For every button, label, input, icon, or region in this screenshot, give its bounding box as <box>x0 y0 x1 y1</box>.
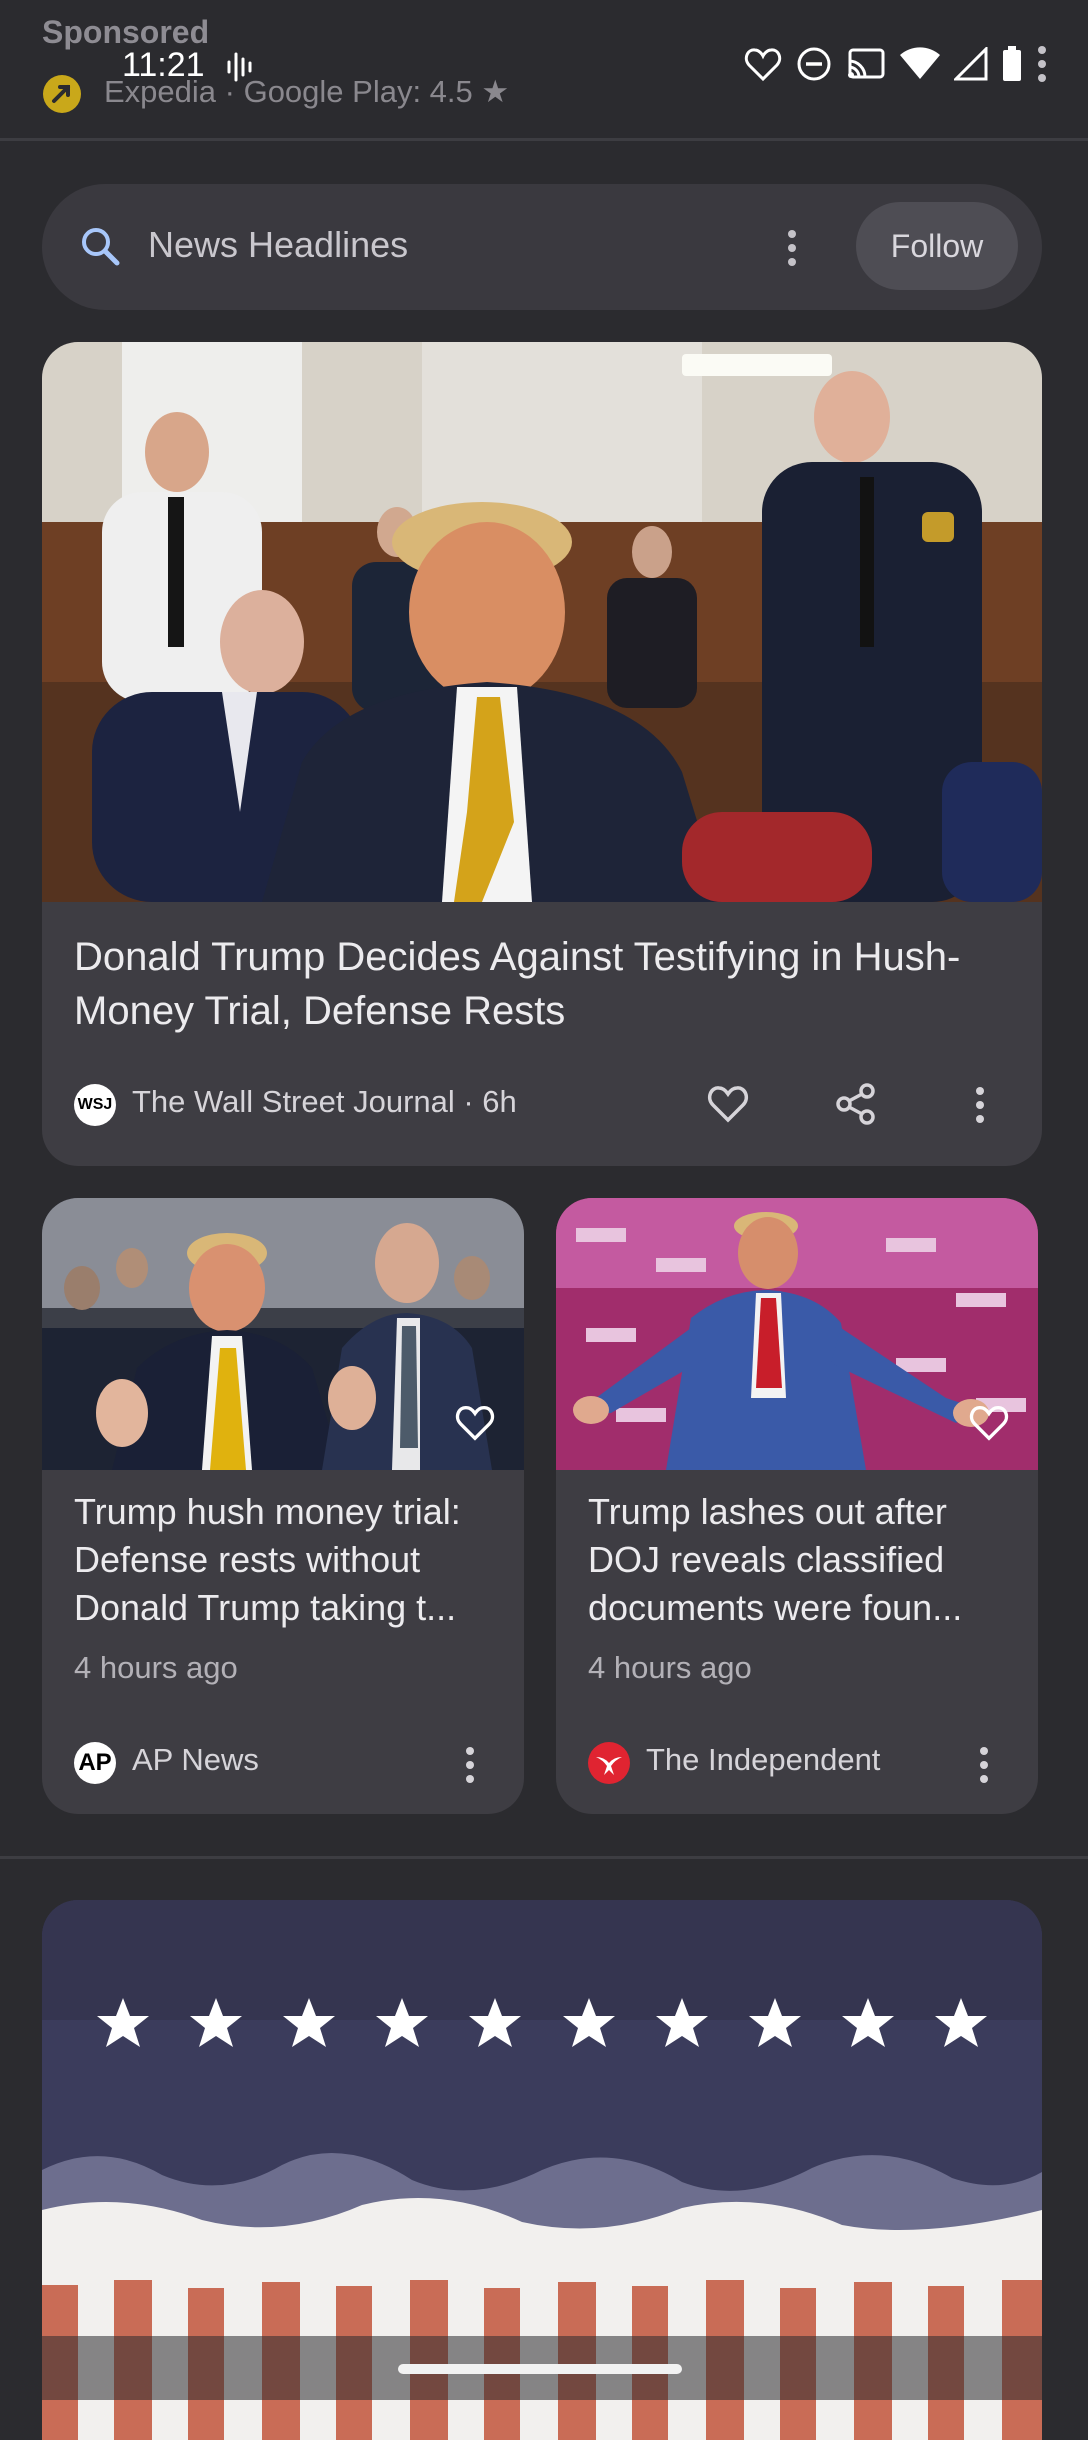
more-options-icon[interactable] <box>462 1746 478 1784</box>
overflow-dots-icon[interactable] <box>1036 45 1048 83</box>
share-icon[interactable] <box>834 1082 878 1126</box>
hero-story-card[interactable]: Donald Trump Decides Against Testifying … <box>42 342 1042 1166</box>
independent-eagle-icon <box>588 1742 630 1784</box>
hero-story-headline[interactable]: Donald Trump Decides Against Testifying … <box>74 930 1004 1038</box>
star-icon <box>282 1998 335 2047</box>
star-icon <box>96 1998 149 2047</box>
battery-icon <box>1003 46 1021 81</box>
hero-story-image[interactable] <box>42 342 1042 902</box>
star-icon <box>189 1998 242 2047</box>
hero-story-source[interactable]: The Wall Street Journal · 6h <box>132 1084 517 1120</box>
more-options-icon[interactable] <box>780 228 804 268</box>
story-time: 4 hours ago <box>74 1650 238 1685</box>
story-source[interactable]: The Independent <box>646 1742 880 1778</box>
wsj-logo-icon: WSJ <box>74 1084 116 1126</box>
story-image[interactable] <box>42 1198 524 1470</box>
topic-title[interactable]: News Headlines <box>148 224 408 266</box>
story-time: 4 hours ago <box>588 1650 752 1685</box>
star-icon <box>376 1998 429 2047</box>
search-icon[interactable] <box>78 224 122 268</box>
more-options-icon[interactable] <box>972 1086 988 1124</box>
star-icon <box>842 1998 895 2047</box>
ap-news-logo-icon: AP <box>74 1742 116 1784</box>
top-divider <box>0 138 1088 141</box>
follow-button[interactable]: Follow <box>856 202 1018 290</box>
heart-icon[interactable] <box>706 1082 750 1126</box>
gesture-home-handle[interactable] <box>398 2364 682 2374</box>
wifi-icon <box>900 47 940 79</box>
flag-stars <box>42 1996 1042 2050</box>
star-icon <box>748 1998 801 2047</box>
do-not-disturb-icon <box>797 47 831 81</box>
more-options-icon[interactable] <box>976 1746 992 1784</box>
story-card[interactable]: Trump lashes out after DOJ reveals class… <box>556 1198 1038 1814</box>
story-image[interactable] <box>556 1198 1038 1470</box>
story-headline[interactable]: Trump lashes out after DOJ reveals class… <box>588 1488 1010 1632</box>
cast-icon <box>848 48 885 79</box>
status-time: 11:21 <box>122 46 205 84</box>
audio-wave-icon <box>227 52 252 82</box>
star-icon <box>655 1998 708 2047</box>
section-divider <box>0 1856 1088 1859</box>
heart-icon[interactable] <box>968 1402 1010 1444</box>
status-icons <box>744 44 1048 84</box>
story-source[interactable]: AP News <box>132 1742 259 1778</box>
star-icon <box>562 1998 615 2047</box>
star-icon <box>935 1998 988 2047</box>
heart-outline-icon <box>744 48 782 82</box>
story-card[interactable]: Trump hush money trial: Defense rests wi… <box>42 1198 524 1814</box>
star-icon <box>469 1998 522 2047</box>
heart-icon[interactable] <box>454 1402 496 1444</box>
signal-icon <box>954 47 988 81</box>
story-headline[interactable]: Trump hush money trial: Defense rests wi… <box>74 1488 496 1632</box>
expedia-logo-icon <box>43 75 81 113</box>
